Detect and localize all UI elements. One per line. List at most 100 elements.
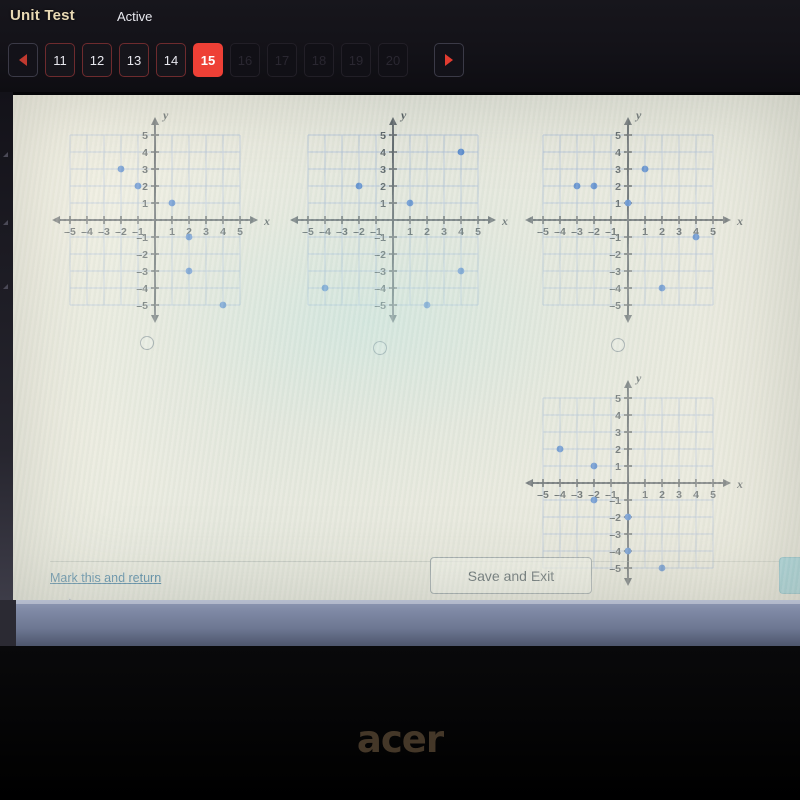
svg-text:–3: –3: [609, 529, 621, 541]
svg-text:–5: –5: [302, 226, 314, 238]
pagination-page-20[interactable]: 20: [378, 43, 408, 77]
svg-text:4: 4: [458, 226, 464, 238]
data-point: [658, 284, 666, 292]
svg-text:5: 5: [615, 393, 621, 405]
answer-radio-c[interactable]: [611, 338, 625, 352]
offscreen-action-button[interactable]: [779, 557, 800, 594]
data-point: [355, 182, 363, 190]
svg-text:2: 2: [659, 226, 665, 238]
svg-text:3: 3: [615, 427, 621, 439]
answer-graph-c[interactable]: –5 –4 –3 –2 –1 1 2 3 4 5 –5 –4 –3 –2 –1 1 2 3 4 5 x y: [513, 105, 743, 335]
svg-text:3: 3: [203, 226, 209, 238]
svg-text:1: 1: [169, 226, 175, 238]
svg-text:–5: –5: [537, 489, 549, 501]
svg-text:–4: –4: [81, 226, 93, 238]
svg-text:3: 3: [676, 226, 682, 238]
data-point: [641, 165, 649, 173]
data-point: [692, 233, 700, 241]
svg-text:–1: –1: [136, 232, 148, 244]
svg-text:–1: –1: [609, 495, 621, 507]
svg-text:y: y: [634, 108, 642, 122]
svg-text:–5: –5: [136, 300, 148, 312]
pagination-page-11[interactable]: 11: [45, 43, 75, 77]
pagination-prev-button[interactable]: [8, 43, 38, 77]
data-point: [321, 284, 329, 292]
window-left-gutter: [0, 92, 13, 600]
pagination: 11 12 13 14 15 16 17 18 19 20: [8, 43, 464, 77]
pagination-page-19[interactable]: 19: [341, 43, 371, 77]
svg-text:–3: –3: [609, 266, 621, 278]
laptop-bezel: [0, 600, 800, 646]
data-point: [185, 267, 193, 275]
svg-text:–4: –4: [554, 226, 566, 238]
pagination-page-16[interactable]: 16: [230, 43, 260, 77]
svg-text:1: 1: [615, 198, 621, 210]
axis-labels: xy: [634, 371, 743, 491]
svg-text:–4: –4: [136, 283, 148, 295]
status-badge: Active: [117, 9, 153, 24]
svg-text:–4: –4: [319, 226, 331, 238]
data-point: [590, 462, 598, 470]
answer-radio-a[interactable]: [140, 336, 154, 350]
svg-text:3: 3: [142, 164, 148, 176]
svg-text:3: 3: [615, 164, 621, 176]
pagination-page-12[interactable]: 12: [82, 43, 112, 77]
data-point: [185, 233, 193, 241]
axis-labels: xy: [161, 108, 270, 228]
svg-text:–3: –3: [336, 226, 348, 238]
svg-text:5: 5: [615, 130, 621, 142]
svg-text:x: x: [263, 214, 270, 228]
triangle-left-icon: [19, 54, 27, 66]
svg-text:–4: –4: [554, 489, 566, 501]
data-point: [168, 199, 176, 207]
svg-text:1: 1: [642, 489, 648, 501]
svg-text:3: 3: [441, 226, 447, 238]
svg-text:4: 4: [380, 147, 386, 159]
svg-text:–3: –3: [98, 226, 110, 238]
svg-text:2: 2: [615, 181, 621, 193]
pagination-page-14[interactable]: 14: [156, 43, 186, 77]
svg-text:2: 2: [142, 181, 148, 193]
svg-text:–1: –1: [374, 232, 386, 244]
pagination-page-17[interactable]: 17: [267, 43, 297, 77]
data-point: [219, 301, 227, 309]
svg-text:–2: –2: [374, 249, 386, 261]
svg-text:4: 4: [220, 226, 226, 238]
triangle-right-icon: [445, 54, 453, 66]
answer-graph-a[interactable]: –5 –4 –3 –2 –1 1 2 3 4 5 –5 –4 –3 –2 –1 1 2 3 4 5 x y: [40, 105, 270, 335]
pagination-page-13[interactable]: 13: [119, 43, 149, 77]
answer-radio-b[interactable]: [373, 341, 387, 355]
svg-text:2: 2: [424, 226, 430, 238]
pagination-page-15[interactable]: 15: [193, 43, 223, 77]
laptop-photo: Unit Test Active 11 12 13 14 15 16 17 18…: [0, 0, 800, 800]
svg-text:–2: –2: [588, 226, 600, 238]
save-and-exit-button[interactable]: Save and Exit: [430, 557, 592, 594]
graph-c-svg: –5 –4 –3 –2 –1 1 2 3 4 5–5–4–3–2–112345xy: [525, 108, 743, 323]
svg-text:3: 3: [380, 164, 386, 176]
pagination-next-button[interactable]: [434, 43, 464, 77]
svg-text:–5: –5: [374, 300, 386, 312]
answer-graph-b[interactable]: –5 –4 –3 –2 –1 1 2 3 4 5 –5 –4 –3 –2 –1 1 2 3 4 5 x y: [278, 105, 508, 335]
svg-text:1: 1: [142, 198, 148, 210]
data-point: [556, 445, 564, 453]
svg-text:5: 5: [142, 130, 148, 142]
svg-text:5: 5: [237, 226, 243, 238]
graph-a-svg: –5 –4 –3 –2 –1 1 2 3 4 5–5–4–3–2–112345xy: [52, 108, 270, 323]
svg-text:x: x: [736, 477, 743, 491]
mark-this-and-return-link[interactable]: Mark this and return: [50, 571, 161, 585]
data-point: [457, 267, 465, 275]
svg-text:–4: –4: [609, 283, 621, 295]
svg-text:–5: –5: [609, 300, 621, 312]
svg-text:1: 1: [615, 461, 621, 473]
data-point: [117, 165, 125, 173]
svg-text:1: 1: [642, 226, 648, 238]
svg-text:–1: –1: [609, 232, 621, 244]
svg-text:4: 4: [615, 410, 621, 422]
axis-labels: xy: [399, 108, 508, 228]
svg-text:–5: –5: [64, 226, 76, 238]
svg-text:5: 5: [475, 226, 481, 238]
data-point: [624, 547, 632, 555]
data-point: [423, 301, 431, 309]
data-point: [406, 199, 414, 207]
pagination-page-18[interactable]: 18: [304, 43, 334, 77]
